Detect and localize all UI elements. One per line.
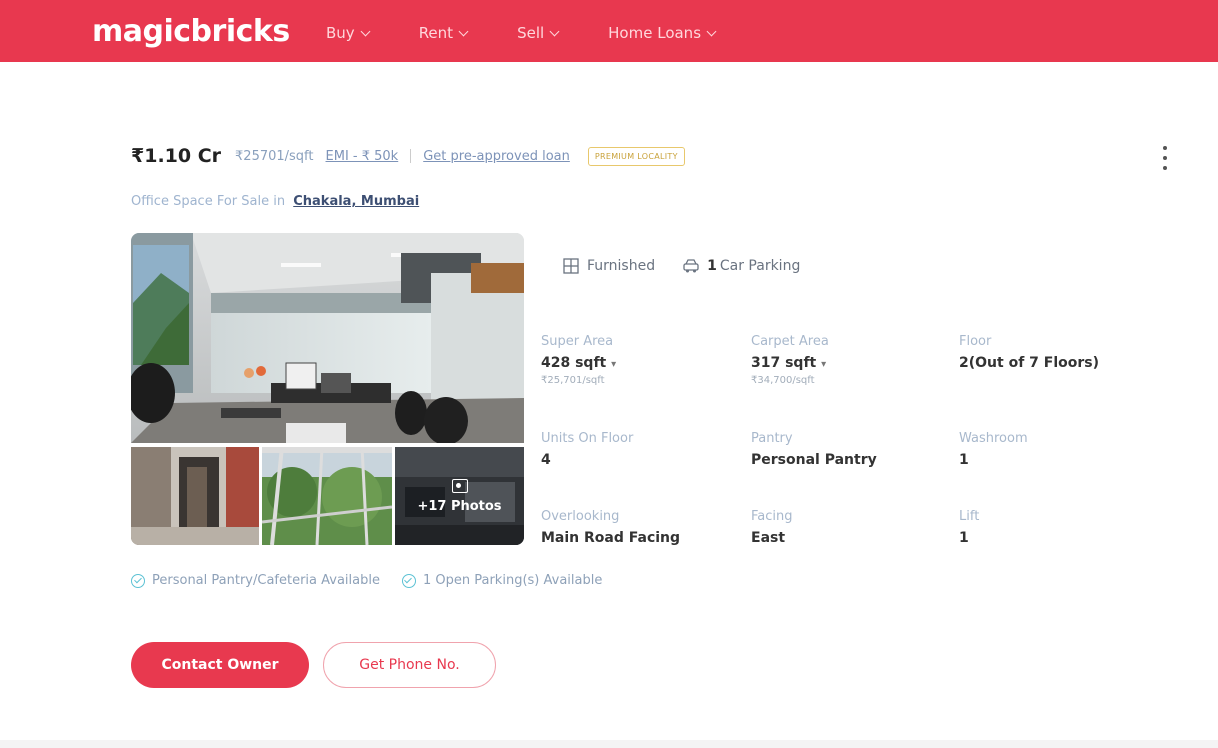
chevron-down-icon xyxy=(360,26,371,36)
nav-rent-label: Rent xyxy=(418,24,454,42)
detail-label: Facing xyxy=(751,509,793,524)
premium-locality-badge: PREMIUM LOCALITY xyxy=(587,146,685,166)
chevron-down-icon xyxy=(706,26,717,36)
nav-sell-label: Sell xyxy=(517,24,545,42)
detail-label: Lift xyxy=(959,509,980,524)
kebab-dot xyxy=(1163,166,1167,170)
top-navbar: magicbricks Buy Rent Sell Home Loans xyxy=(0,0,1218,62)
carpet-area-value: 317 sqft xyxy=(751,355,817,371)
detail-value: Main Road Facing xyxy=(541,530,681,546)
super-area-detail: Super Area 428 sqft ▾ ₹25,701/sqft xyxy=(541,334,616,386)
detail-label: Floor xyxy=(959,334,992,349)
furnished-label: Furnished xyxy=(587,258,656,274)
check-circle-icon xyxy=(401,573,416,588)
nav-buy-label: Buy xyxy=(326,24,355,42)
more-photos-overlay[interactable]: +17 Photos xyxy=(395,447,524,545)
price-per-sqft: ₹25701/sqft xyxy=(235,148,314,164)
amenity-label: Personal Pantry/Cafeteria Available xyxy=(152,573,380,588)
more-options-icon[interactable] xyxy=(1160,146,1170,170)
nav-home-loans[interactable]: Home Loans xyxy=(608,24,717,42)
lift-detail: Lift 1 xyxy=(959,509,979,546)
amenities-row: Personal Pantry/Cafeteria Available 1 Op… xyxy=(131,573,624,588)
get-phone-button[interactable]: Get Phone No. xyxy=(323,642,496,688)
chevron-down-icon xyxy=(458,26,469,36)
parking-count: 1 xyxy=(707,258,717,274)
emi-link[interactable]: EMI - ₹ 50k xyxy=(326,149,399,164)
washroom-detail: Washroom 1 xyxy=(959,431,1028,468)
more-photos-label: +17 Photos xyxy=(417,498,502,514)
furnished-feature: Furnished xyxy=(563,258,655,274)
floor-detail: Floor 2(Out of 7 Floors) xyxy=(959,334,1099,371)
photo-icon xyxy=(451,478,468,493)
detail-value: 2(Out of 7 Floors) xyxy=(959,355,1100,371)
detail-value: 4 xyxy=(541,452,551,468)
detail-label: Super Area xyxy=(541,334,614,349)
units-on-floor-detail: Units On Floor 4 xyxy=(541,431,633,468)
parking-feature: 1 Car Parking xyxy=(683,258,800,274)
overlooking-detail: Overlooking Main Road Facing xyxy=(541,509,680,546)
detail-label: Units On Floor xyxy=(541,431,634,446)
nav-sell[interactable]: Sell xyxy=(517,24,560,42)
amenity-label: 1 Open Parking(s) Available xyxy=(422,573,603,588)
detail-value[interactable]: 428 sqft ▾ xyxy=(541,355,616,371)
detail-sub: ₹25,701/sqft xyxy=(541,375,605,386)
listing-subtitle: Office Space For Sale in Chakala, Mumbai xyxy=(131,194,419,209)
pre-approved-loan-link[interactable]: Get pre-approved loan xyxy=(423,149,570,164)
chevron-down-icon xyxy=(549,26,560,36)
check-circle-icon xyxy=(131,573,145,588)
detail-value: 1 xyxy=(959,530,969,546)
detail-value: 1 xyxy=(959,452,969,468)
contact-owner-button[interactable]: Contact Owner xyxy=(131,642,309,688)
detail-label: Overlooking xyxy=(541,509,620,524)
furniture-icon xyxy=(563,258,579,274)
card-bottom-border xyxy=(0,740,1218,748)
kebab-dot xyxy=(1163,146,1167,150)
main-nav: Buy Rent Sell Home Loans xyxy=(326,24,765,42)
nav-rent[interactable]: Rent xyxy=(418,24,469,42)
photo-gallery: +17 Photos xyxy=(131,233,524,545)
magicbricks-logo[interactable]: magicbricks xyxy=(92,14,290,49)
detail-value[interactable]: 317 sqft ▾ xyxy=(751,355,829,371)
amenity-item: Personal Pantry/Cafeteria Available xyxy=(131,573,380,588)
nav-buy[interactable]: Buy xyxy=(326,24,371,42)
detail-label: Carpet Area xyxy=(751,334,829,349)
feature-row: Furnished 1 Car Parking xyxy=(563,258,828,274)
subtitle-prefix: Office Space For Sale in xyxy=(131,194,286,209)
unit-dropdown-icon[interactable]: ▾ xyxy=(821,359,826,370)
parking-label: Car Parking xyxy=(719,258,801,274)
pantry-detail: Pantry Personal Pantry xyxy=(751,431,877,468)
nav-home-loans-label: Home Loans xyxy=(608,24,702,42)
detail-value: Personal Pantry xyxy=(751,452,877,468)
facing-detail: Facing East xyxy=(751,509,793,546)
detail-label: Pantry xyxy=(751,431,793,446)
thumbnail-photo[interactable] xyxy=(262,447,392,545)
price-row: ₹1.10 Cr ₹25701/sqft EMI - ₹ 50k Get pre… xyxy=(131,145,685,167)
detail-value: East xyxy=(751,530,786,546)
listing-price: ₹1.10 Cr xyxy=(131,145,222,167)
carpet-area-detail: Carpet Area 317 sqft ▾ ₹34,700/sqft xyxy=(751,334,829,386)
amenity-item: 1 Open Parking(s) Available xyxy=(401,573,603,588)
main-photo[interactable] xyxy=(131,233,524,443)
detail-sub: ₹34,700/sqft xyxy=(751,375,815,386)
unit-dropdown-icon[interactable]: ▾ xyxy=(611,359,616,370)
divider xyxy=(410,149,412,163)
kebab-dot xyxy=(1163,156,1167,160)
super-area-value: 428 sqft xyxy=(541,355,607,371)
car-icon xyxy=(683,259,699,273)
detail-label: Washroom xyxy=(959,431,1028,446)
location-link[interactable]: Chakala, Mumbai xyxy=(293,194,419,209)
thumbnail-photo[interactable] xyxy=(131,447,259,545)
